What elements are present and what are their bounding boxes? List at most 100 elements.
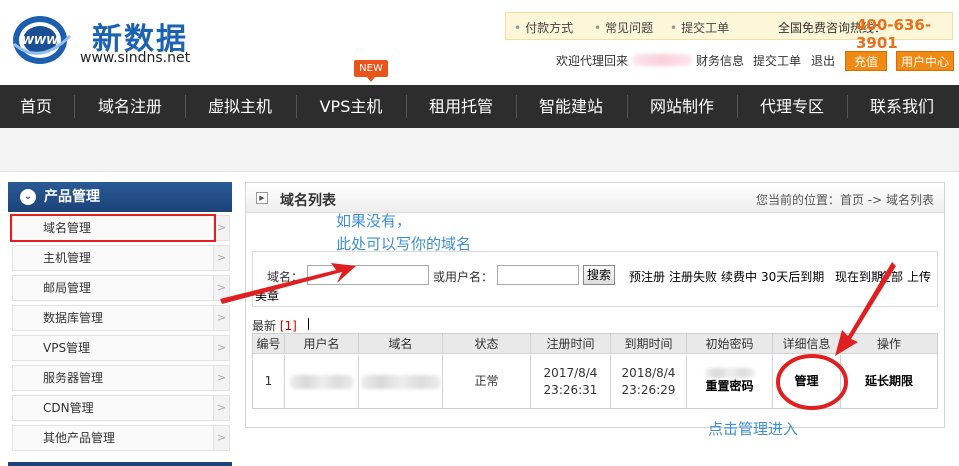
sidebar-item-label: VPS管理 [43,341,91,355]
sidebar-item-mail[interactable]: 邮局管理 > [12,275,230,301]
logo-url: www.sindns.net [80,50,191,66]
col-header-actions: 操作 [841,334,937,354]
chevron-right-icon: > [213,306,229,330]
chevron-right-icon: > [213,396,229,420]
nav-agent-zone[interactable]: 代理专区 [738,85,846,128]
sidebar-bottom-bar [8,462,232,466]
filter-all[interactable]: 全部 [879,268,903,285]
search-button[interactable]: 搜索 [583,265,615,285]
nav-vps[interactable]: VPS主机 [297,85,405,128]
latest-count[interactable]: [1] [280,319,297,333]
chevron-right-icon: > [213,426,229,450]
exp-time: 23:26:29 [621,382,676,397]
play-icon: ▶ [256,192,268,204]
username-search-input[interactable] [497,265,579,285]
col-header-details: 详细信息 [773,334,841,354]
chevron-right-icon: > [213,276,229,300]
nav-contact[interactable]: 联系我们 [848,85,956,128]
help-link-faq[interactable]: • 常见问题 [594,19,653,36]
finance-link[interactable]: 财务信息 [696,52,744,69]
logo-icon[interactable]: WWW [10,14,74,66]
col-header-username: 用户名 [285,334,359,354]
cell-details: 管理 [773,355,841,408]
filter-expire-30-days[interactable]: 30天后到期 [761,268,824,285]
sidebar-item-database[interactable]: 数据库管理 > [12,305,230,331]
logout-link[interactable]: 退出 [811,52,835,69]
sidebar-item-label: 主机管理 [43,251,92,265]
cell-id: 1 [253,355,285,408]
panel-title: 域名列表 [280,193,336,209]
latest-label: 最新 [1] [252,317,297,334]
sidebar-title[interactable]: ⌄ 产品管理 [8,182,232,212]
help-link-label: 提交工单 [681,21,730,35]
filter-expired-now[interactable]: 现在到期 [835,268,883,285]
nav-web-design[interactable]: 网站制作 [628,85,736,128]
filter-register-failed[interactable]: 注册失败 [669,268,717,285]
submit-ticket-link[interactable]: 提交工单 [753,52,801,69]
breadcrumb: 您当前的位置：首页 -> 域名列表 [755,193,934,207]
cell-exp-time: 2018/8/4 23:26:29 [611,355,687,408]
text-cursor [308,318,309,330]
cell-reg-time: 2017/8/4 23:26:31 [531,355,611,408]
sidebar-item-server[interactable]: 服务器管理 > [12,365,230,391]
col-header-exp-time: 到期时间 [611,334,687,354]
sidebar-item-label: 数据库管理 [43,311,104,325]
domain-label: 域名： [267,270,304,284]
new-badge: NEW [354,60,388,82]
filter-renewing[interactable]: 续费中 [721,268,757,285]
cell-username [285,355,359,408]
domain-redacted [360,374,441,389]
sub-bar [0,128,959,172]
sidebar-item-label: 服务器管理 [43,371,104,385]
sidebar-item-label: CDN管理 [43,401,94,415]
cell-init-password: 重置密码 [687,355,773,408]
filter-upload[interactable]: 上传 [907,268,931,285]
domain-table: 编号 用户名 域名 状态 注册时间 到期时间 初始密码 详细信息 操作 1 正常… [252,333,938,409]
help-link-label: 常见问题 [605,21,654,35]
bullet-icon: • [514,21,522,35]
help-link-payment[interactable]: • 付款方式 [514,19,573,36]
sidebar-item-cdn[interactable]: CDN管理 > [12,395,230,421]
sidebar-item-vps[interactable]: VPS管理 > [12,335,230,361]
filter-overflow-text[interactable]: 美章 [255,287,279,304]
bullet-icon: • [594,21,602,35]
col-header-reg-time: 注册时间 [531,334,611,354]
col-header-init-password: 初始密码 [687,334,773,354]
recharge-button[interactable]: 充值 [845,51,887,71]
sidebar-item-label: 邮局管理 [43,281,92,295]
col-header-domain: 域名 [359,334,443,354]
exp-date: 2018/8/4 [621,365,676,380]
annotation-hint-line2: 此处可以写你的域名 [336,235,472,253]
chevron-right-icon: > [213,246,229,270]
nav-site-builder[interactable]: 智能建站 [517,85,625,128]
cell-status: 正常 [443,355,531,408]
welcome-text: 欢迎代理回来 [556,54,629,68]
bullet-icon: • [670,21,678,35]
reg-date: 2017/8/4 [543,365,598,380]
nav-divider [74,95,75,118]
nav-home[interactable]: 首页 [0,85,72,128]
domain-search-input[interactable] [307,265,429,285]
sidebar-item-other[interactable]: 其他产品管理 > [12,425,230,451]
panel-header: ▶ 域名列表 您当前的位置：首页 -> 域名列表 [246,183,944,213]
sidebar-item-host[interactable]: 主机管理 > [12,245,230,271]
filter-pre-register[interactable]: 预注册 [629,268,665,285]
sidebar-title-label: 产品管理 [44,189,100,205]
main-nav: 首页 域名注册 虚拟主机 VPS主机 租用托管 智能建站 网站制作 代理专区 联… [0,85,959,128]
col-header-id: 编号 [253,334,285,354]
site-header: WWW 新数据 www.sindns.net • 付款方式 • 常见问题 • 提交工单… [0,0,959,85]
nav-domain-register[interactable]: 域名注册 [76,85,184,128]
manage-link[interactable]: 管理 [794,373,818,390]
help-link-ticket[interactable]: • 提交工单 [670,19,729,36]
chevron-right-icon: > [213,336,229,360]
hotline-number: 400-636-3901 [856,16,932,52]
nav-virtual-host[interactable]: 虚拟主机 [186,85,294,128]
nav-hosting[interactable]: 租用托管 [407,85,515,128]
username-redacted [632,54,692,66]
user-center-button[interactable]: 用户中心 [896,51,954,71]
password-redacted [704,368,755,378]
extend-term-link[interactable]: 延长期限 [865,373,913,390]
username-redacted [289,374,354,389]
reset-password-link[interactable]: 重置密码 [705,378,753,395]
latest-text: 最新 [252,319,277,333]
